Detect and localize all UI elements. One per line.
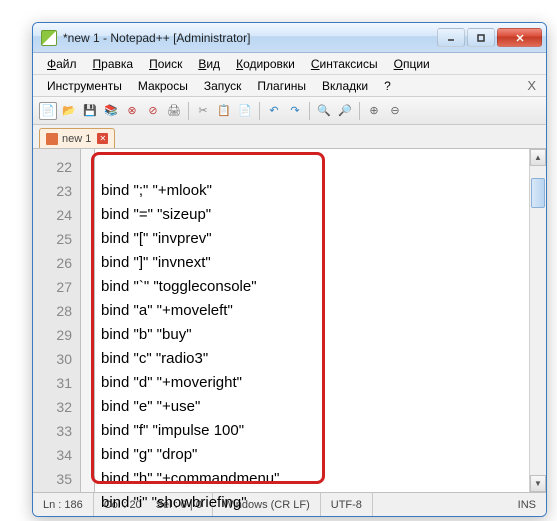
code-line: bind "c" "radio3" <box>101 347 546 371</box>
scroll-down-icon[interactable]: ▼ <box>530 475 546 492</box>
code-line: bind "`" "toggleconsole" <box>101 275 546 299</box>
line-number: 35 <box>33 467 72 491</box>
zoomin-icon[interactable]: ⊕ <box>365 102 383 120</box>
app-window: *new 1 - Notepad++ [Administrator] Файл … <box>32 22 547 517</box>
undo-icon[interactable]: ↶ <box>265 102 283 120</box>
window-title: *new 1 - Notepad++ [Administrator] <box>63 31 437 45</box>
scroll-up-icon[interactable]: ▲ <box>530 149 546 166</box>
line-number: 30 <box>33 347 72 371</box>
menu-encoding[interactable]: Кодировки <box>228 55 303 73</box>
line-number: 24 <box>33 203 72 227</box>
tab-file-icon <box>46 133 58 145</box>
toolbar-separator <box>359 102 360 120</box>
line-number: 22 <box>33 155 72 179</box>
code-line: bind "f" "impulse 100" <box>101 419 546 443</box>
line-number: 29 <box>33 323 72 347</box>
code-line: bind "g" "drop" <box>101 443 546 467</box>
menu-plugins[interactable]: Плагины <box>249 77 314 95</box>
menu-view[interactable]: Вид <box>190 55 228 73</box>
toolbar: 📄 📂 💾 📚 ⊗ ⊘ 🖨 ✂ 📋 📄 ↶ ↷ 🔍 🔎 ⊕ ⊖ <box>33 97 546 125</box>
menu-tabs[interactable]: Вкладки <box>314 77 376 95</box>
editor-area: 22 23 24 25 26 27 28 29 30 31 32 33 34 3… <box>33 149 546 492</box>
menu-tools[interactable]: Инструменты <box>39 77 130 95</box>
copy-icon[interactable]: 📋 <box>215 102 233 120</box>
zoomout-icon[interactable]: ⊖ <box>386 102 404 120</box>
line-number: 32 <box>33 395 72 419</box>
menu-search[interactable]: Поиск <box>141 55 190 73</box>
menubar-row1: Файл Правка Поиск Вид Кодировки Синтакси… <box>33 53 546 75</box>
new-file-icon[interactable]: 📄 <box>39 102 57 120</box>
replace-icon[interactable]: 🔎 <box>336 102 354 120</box>
menubar-row2: Инструменты Макросы Запуск Плагины Вклад… <box>33 75 546 97</box>
toolbar-separator <box>259 102 260 120</box>
titlebar[interactable]: *new 1 - Notepad++ [Administrator] <box>33 23 546 53</box>
toolbar-separator <box>309 102 310 120</box>
close-file-icon[interactable]: ⊗ <box>123 102 141 120</box>
print-icon[interactable]: 🖨 <box>165 102 183 120</box>
line-number: 28 <box>33 299 72 323</box>
code-line: bind "h" "+commandmenu" <box>101 467 546 491</box>
code-line: bind "e" "+use" <box>101 395 546 419</box>
line-number: 31 <box>33 371 72 395</box>
menu-options[interactable]: Опции <box>386 55 438 73</box>
code-line: bind "d" "+moveright" <box>101 371 546 395</box>
window-buttons <box>437 28 542 47</box>
paste-icon[interactable]: 📄 <box>236 102 254 120</box>
line-number: 23 <box>33 179 72 203</box>
status-line: Ln : 186 <box>33 493 94 516</box>
tab-close-icon[interactable]: ✕ <box>97 133 108 144</box>
code-line: bind "b" "buy" <box>101 323 546 347</box>
code-line: bind "]" "invnext" <box>101 251 546 275</box>
save-all-icon[interactable]: 📚 <box>102 102 120 120</box>
line-number: 34 <box>33 443 72 467</box>
line-gutter: 22 23 24 25 26 27 28 29 30 31 32 33 34 3… <box>33 149 81 492</box>
menu-macros[interactable]: Макросы <box>130 77 196 95</box>
minimize-button[interactable] <box>437 28 465 47</box>
redo-icon[interactable]: ↷ <box>286 102 304 120</box>
open-file-icon[interactable]: 📂 <box>60 102 78 120</box>
tabbar: new 1 ✕ <box>33 125 546 149</box>
save-icon[interactable]: 💾 <box>81 102 99 120</box>
vertical-scrollbar[interactable]: ▲ ▼ <box>529 149 546 492</box>
code-line: bind "a" "+moveleft" <box>101 299 546 323</box>
scroll-track[interactable] <box>530 166 546 475</box>
code-editor[interactable]: bind ";" "+mlook"bind "=" "sizeup"bind "… <box>95 149 546 492</box>
line-number: 27 <box>33 275 72 299</box>
tab-label: new 1 <box>62 133 91 145</box>
line-number: 26 <box>33 251 72 275</box>
close-all-icon[interactable]: ⊘ <box>144 102 162 120</box>
line-number: 33 <box>33 419 72 443</box>
cut-icon[interactable]: ✂ <box>194 102 212 120</box>
menu-syntax[interactable]: Синтаксисы <box>303 55 386 73</box>
scroll-thumb[interactable] <box>531 178 545 208</box>
menu-run[interactable]: Запуск <box>196 77 250 95</box>
menu-collapse-icon[interactable]: X <box>523 78 540 93</box>
app-icon <box>41 30 57 46</box>
menu-edit[interactable]: Правка <box>85 55 142 73</box>
close-button[interactable] <box>497 28 542 47</box>
find-icon[interactable]: 🔍 <box>315 102 333 120</box>
maximize-button[interactable] <box>467 28 495 47</box>
line-number: 25 <box>33 227 72 251</box>
code-line: bind "[" "invprev" <box>101 227 546 251</box>
fold-margin <box>81 149 95 492</box>
code-line: bind "i" "showbriefing" <box>101 491 546 515</box>
menu-file[interactable]: Файл <box>39 55 85 73</box>
tab-new1[interactable]: new 1 ✕ <box>39 128 115 148</box>
code-line: bind "=" "sizeup" <box>101 203 546 227</box>
toolbar-separator <box>188 102 189 120</box>
code-line: bind ";" "+mlook" <box>101 179 546 203</box>
menu-help[interactable]: ? <box>376 77 399 95</box>
